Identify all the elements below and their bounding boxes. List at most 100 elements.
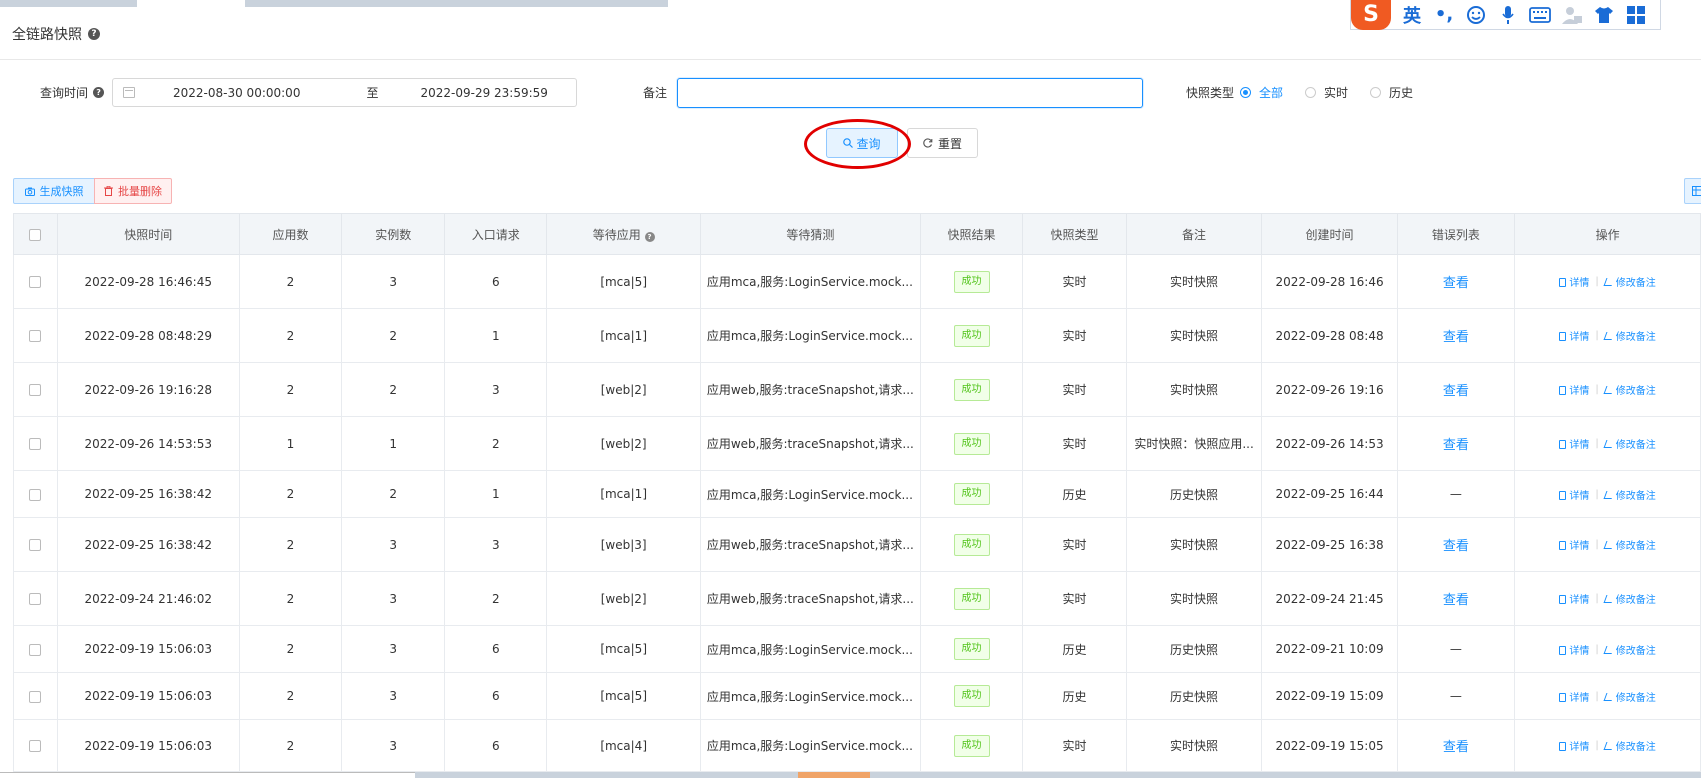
ime-user-icon[interactable] bbox=[1561, 4, 1583, 26]
row-checkbox[interactable] bbox=[29, 539, 42, 551]
view-errors-link[interactable]: 查看 bbox=[1443, 539, 1469, 554]
radio-type-all[interactable]: 全部 bbox=[1240, 84, 1283, 101]
header-cell[interactable]: 应用数 bbox=[238, 213, 343, 255]
header-cell[interactable]: 快照类型 bbox=[1022, 213, 1127, 255]
table-row[interactable]: 2022-09-28 08:48:29 2 2 1 [mca|1] 应用mca,服务:Lo… bbox=[13, 308, 1701, 363]
edit-remark-link-label: 修改备注 bbox=[1615, 645, 1656, 657]
edit-remark-link[interactable]: 修改备注 bbox=[1603, 738, 1656, 753]
edit-remark-link-label: 修改备注 bbox=[1615, 440, 1656, 451]
table-row[interactable]: 2022-09-19 15:06:03 2 3 6 [mca|5] 应用mca,服务:Lo… bbox=[13, 625, 1701, 673]
detail-link[interactable]: 详情 bbox=[1559, 738, 1589, 753]
radio-type-realtime[interactable]: 实时 bbox=[1305, 84, 1348, 101]
table-row[interactable]: 2022-09-24 21:46:02 2 3 2 [web|2] 应用web,服务:tr… bbox=[13, 571, 1701, 626]
table-row[interactable]: 2022-09-25 16:38:42 2 2 1 [mca|1] 应用mca,服务:Lo… bbox=[13, 470, 1701, 518]
help-icon[interactable]: ? bbox=[644, 231, 655, 242]
date-range-picker[interactable]: 2022-08-30 00:00:00 至 2022-09-29 23:59:5… bbox=[112, 78, 577, 107]
header-cell[interactable]: 入口请求 bbox=[444, 213, 548, 255]
header-cell[interactable]: 快照结果 bbox=[919, 213, 1024, 255]
help-icon[interactable]: ? bbox=[88, 28, 100, 40]
ime-skin-icon[interactable] bbox=[1593, 4, 1615, 26]
cell-snapshot-time: 2022-09-19 15:06:03 bbox=[56, 672, 240, 720]
detail-link[interactable]: 详情 bbox=[1559, 689, 1589, 704]
row-checkbox[interactable] bbox=[29, 740, 42, 752]
edit-remark-link[interactable]: 修改备注 bbox=[1603, 642, 1656, 657]
row-checkbox[interactable] bbox=[29, 276, 42, 288]
table-row[interactable]: 2022-09-26 19:16:28 2 2 3 [web|2] 应用web,服务:tr… bbox=[13, 362, 1701, 417]
table-row[interactable]: 2022-09-25 16:38:42 2 3 3 [web|3] 应用web,服务:tr… bbox=[13, 517, 1701, 572]
detail-link[interactable]: 详情 bbox=[1559, 537, 1589, 552]
select-all-checkbox[interactable] bbox=[29, 228, 42, 241]
edit-remark-link[interactable]: 修改备注 bbox=[1603, 591, 1656, 606]
header-cell[interactable]: 实例数 bbox=[341, 213, 446, 255]
view-errors-link[interactable]: 查看 bbox=[1443, 384, 1469, 399]
radio-dot-icon bbox=[1370, 87, 1382, 98]
batch-delete-button[interactable]: 批量删除 bbox=[94, 178, 172, 204]
ime-emoji-icon[interactable] bbox=[1465, 4, 1487, 26]
ime-keyboard-icon[interactable] bbox=[1529, 4, 1551, 26]
header-cell[interactable]: 操作 bbox=[1514, 213, 1701, 255]
edit-remark-link[interactable]: 修改备注 bbox=[1603, 274, 1656, 289]
detail-link[interactable]: 详情 bbox=[1559, 487, 1589, 502]
edit-remark-link[interactable]: 修改备注 bbox=[1603, 328, 1656, 343]
bottom-scroll-thumb[interactable] bbox=[0, 772, 415, 778]
cell-created-time: 2022-09-24 21:45 bbox=[1261, 571, 1398, 626]
detail-link[interactable]: 详情 bbox=[1559, 436, 1589, 451]
row-checkbox[interactable] bbox=[29, 384, 42, 396]
view-errors-link[interactable]: 查看 bbox=[1443, 276, 1469, 291]
header-cell[interactable]: 创建时间 bbox=[1261, 213, 1398, 255]
detail-link-label: 详情 bbox=[1569, 386, 1590, 397]
cell-created-time: 2022-09-28 16:46 bbox=[1261, 254, 1398, 309]
table-row[interactable]: 2022-09-28 16:46:45 2 3 6 [mca|5] 应用mca,服务:Lo… bbox=[13, 254, 1701, 309]
detail-link[interactable]: 详情 bbox=[1559, 642, 1589, 657]
table-row[interactable]: 2022-09-19 15:06:03 2 3 6 [mca|5] 应用mca,服务:Lo… bbox=[13, 672, 1701, 720]
cell-entry-requests: 3 bbox=[444, 517, 548, 572]
edit-remark-link[interactable]: 修改备注 bbox=[1603, 382, 1656, 397]
detail-link[interactable]: 详情 bbox=[1559, 591, 1589, 606]
table-row[interactable]: 2022-09-26 14:53:53 1 1 2 [web|2] 应用web,服务:tr… bbox=[13, 416, 1701, 471]
edit-remark-link[interactable]: 修改备注 bbox=[1603, 436, 1656, 451]
view-errors-link[interactable]: 查看 bbox=[1443, 740, 1469, 755]
row-checkbox[interactable] bbox=[29, 593, 42, 605]
ime-toolbox-icon[interactable] bbox=[1625, 4, 1647, 26]
table-row[interactable]: 2022-09-19 15:06:03 2 3 6 [mca|4] 应用mca,服务:Lo… bbox=[13, 719, 1701, 772]
tab-strip-left[interactable] bbox=[0, 0, 137, 7]
remark-input[interactable] bbox=[677, 78, 1143, 108]
ime-lang-icon[interactable]: 英 bbox=[1401, 4, 1423, 27]
view-errors-link[interactable]: 查看 bbox=[1443, 330, 1469, 345]
reset-button[interactable]: 重置 bbox=[907, 128, 978, 158]
ime-logo[interactable]: S bbox=[1351, 0, 1391, 30]
date-start[interactable]: 2022-08-30 00:00:00 bbox=[173, 86, 300, 100]
ime-punctuation-icon[interactable]: •, bbox=[1433, 4, 1455, 26]
cell-operations: 详情 | 修改备注 bbox=[1514, 571, 1701, 626]
cell-instance-count: 2 bbox=[341, 470, 446, 518]
date-end[interactable]: 2022-09-29 23:59:59 bbox=[420, 86, 547, 100]
edit-remark-link[interactable]: 修改备注 bbox=[1603, 487, 1656, 502]
column-settings-button[interactable] bbox=[1684, 178, 1701, 204]
edit-remark-link[interactable]: 修改备注 bbox=[1603, 689, 1656, 704]
header-cell[interactable]: 等待猜测 bbox=[699, 213, 921, 255]
query-time-help-icon[interactable]: ? bbox=[93, 87, 105, 98]
query-button[interactable]: 查询 bbox=[826, 128, 898, 158]
query-time-label: 查询时间 ? bbox=[40, 84, 105, 101]
view-errors-link[interactable]: 查看 bbox=[1443, 593, 1469, 608]
detail-link[interactable]: 详情 bbox=[1559, 274, 1589, 289]
detail-link[interactable]: 详情 bbox=[1559, 382, 1589, 397]
header-cell-wait-app[interactable]: 等待应用 ? bbox=[546, 213, 701, 255]
edit-remark-link[interactable]: 修改备注 bbox=[1603, 537, 1656, 552]
radio-type-history[interactable]: 历史 bbox=[1370, 84, 1413, 101]
view-errors-link[interactable]: 查看 bbox=[1443, 438, 1469, 453]
row-checkbox[interactable] bbox=[29, 643, 42, 656]
generate-snapshot-button[interactable]: 生成快照 bbox=[13, 178, 95, 204]
query-button-label: 查询 bbox=[856, 136, 881, 151]
header-cell[interactable]: 快照时间 bbox=[56, 213, 240, 255]
edit-remark-link-label: 修改备注 bbox=[1615, 332, 1656, 343]
detail-link[interactable]: 详情 bbox=[1559, 328, 1589, 343]
row-checkbox[interactable] bbox=[29, 438, 42, 450]
ime-microphone-icon[interactable] bbox=[1497, 4, 1519, 26]
row-checkbox[interactable] bbox=[29, 488, 42, 501]
tab-strip-middle[interactable] bbox=[245, 0, 668, 7]
header-cell[interactable]: 错误列表 bbox=[1396, 213, 1516, 255]
header-cell[interactable]: 备注 bbox=[1125, 213, 1263, 255]
row-checkbox[interactable] bbox=[29, 330, 42, 342]
row-checkbox[interactable] bbox=[29, 690, 42, 703]
